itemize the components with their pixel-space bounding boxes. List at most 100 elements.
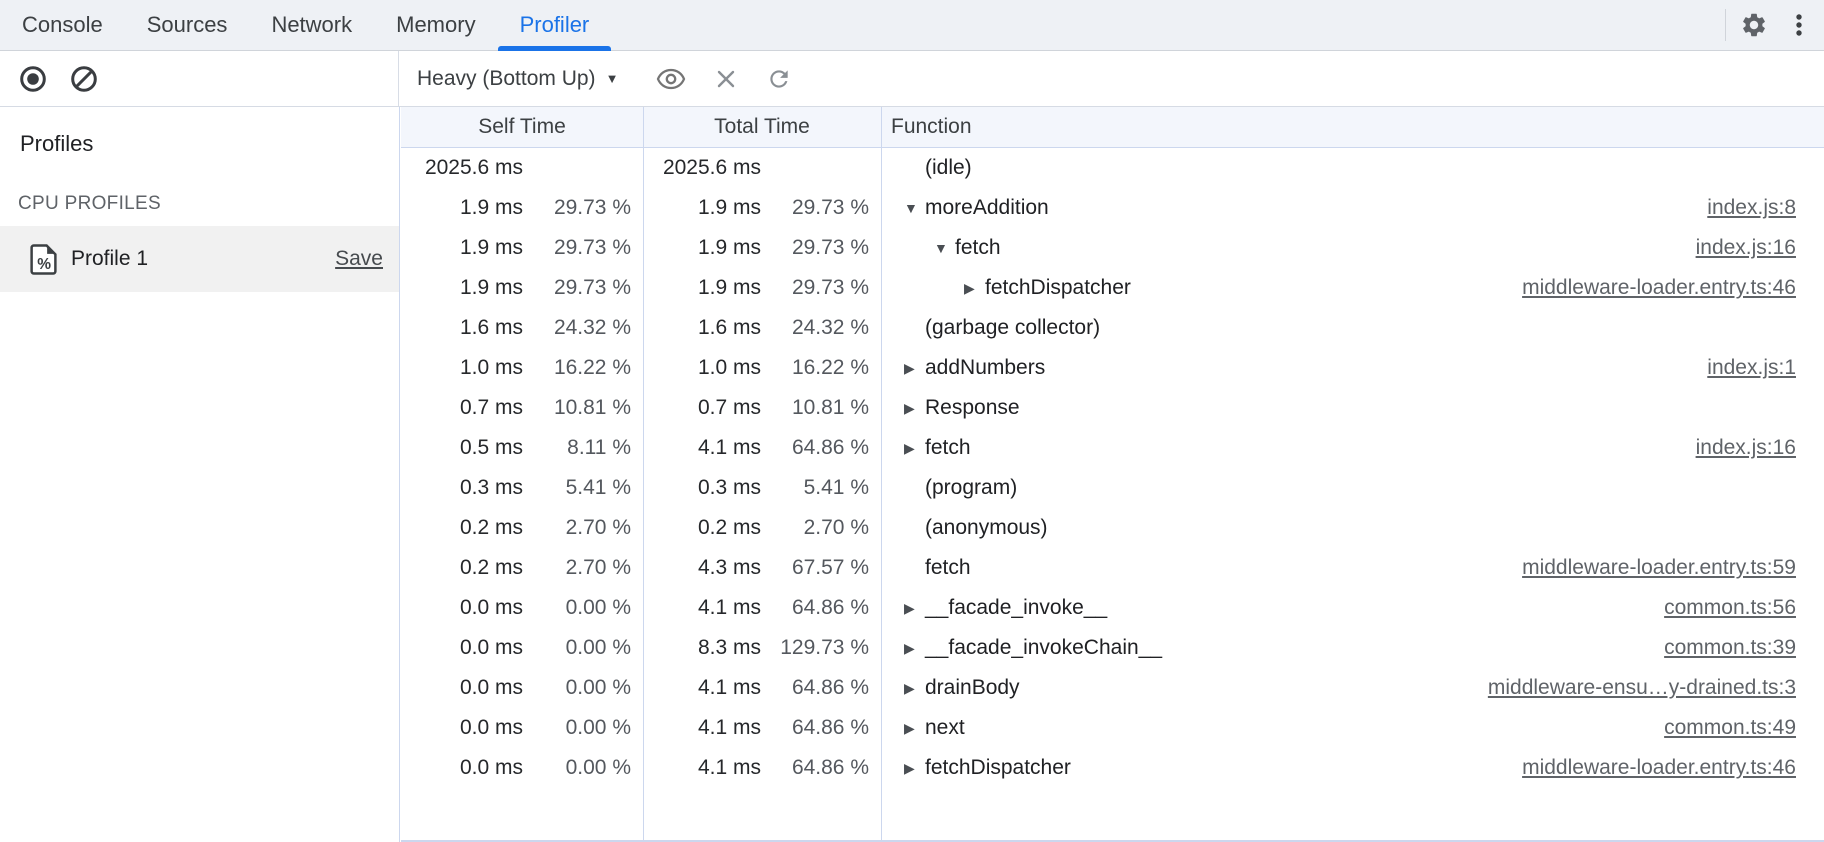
profiler-row[interactable]: 0.0 ms0.00 %4.1 ms64.86 %▶__facade_invok… [401, 588, 1824, 628]
column-divider[interactable] [881, 107, 882, 840]
self-time-cell: 0.0 ms0.00 % [401, 756, 643, 780]
profiler-row[interactable]: 0.5 ms8.11 %4.1 ms64.86 %▶fetchindex.js:… [401, 428, 1824, 468]
profiler-row[interactable]: 2025.6 ms2025.6 ms(idle) [401, 148, 1824, 188]
exclude-x-icon[interactable] [714, 67, 738, 91]
total-time-ms: 8.3 ms [643, 636, 761, 660]
total-time-percent: 64.86 % [761, 756, 869, 780]
profiler-row[interactable]: 0.3 ms5.41 %0.3 ms5.41 %(program) [401, 468, 1824, 508]
self-time-percent: 2.70 % [523, 556, 631, 580]
expand-arrow-icon[interactable]: ▶ [964, 281, 985, 295]
datagrid-body: 2025.6 ms2025.6 ms(idle)1.9 ms29.73 %1.9… [401, 148, 1824, 788]
total-time-ms: 1.9 ms [643, 276, 761, 300]
column-divider[interactable] [643, 107, 644, 840]
total-time-ms: 4.1 ms [643, 676, 761, 700]
function-cell: ▶__facade_invokeChain__common.ts:39 [881, 636, 1824, 660]
expand-arrow-icon[interactable]: ▶ [904, 721, 925, 735]
profiler-row[interactable]: 1.9 ms29.73 %1.9 ms29.73 %▶fetchDispatch… [401, 268, 1824, 308]
profiler-row[interactable]: 0.2 ms2.70 %4.3 ms67.57 %fetchmiddleware… [401, 548, 1824, 588]
source-link[interactable]: middleware-loader.entry.ts:46 [1502, 756, 1796, 780]
total-time-ms: 0.3 ms [643, 476, 761, 500]
source-link[interactable]: middleware-loader.entry.ts:46 [1502, 276, 1796, 300]
expand-arrow-icon[interactable]: ▶ [904, 641, 925, 655]
view-mode-dropdown[interactable]: Heavy (Bottom Up) ▼ [417, 67, 618, 91]
total-time-cell: 0.7 ms10.81 % [643, 396, 881, 420]
source-link[interactable]: index.js:1 [1687, 356, 1796, 380]
column-header-function[interactable]: Function [881, 107, 1824, 147]
tab-sources[interactable]: Sources [125, 0, 250, 50]
profiler-row[interactable]: 0.2 ms2.70 %0.2 ms2.70 %(anonymous) [401, 508, 1824, 548]
expand-arrow-icon[interactable]: ▶ [904, 441, 925, 455]
focus-eye-icon[interactable] [656, 68, 686, 90]
total-time-percent: 5.41 % [761, 476, 869, 500]
profiler-row[interactable]: 0.0 ms0.00 %8.3 ms129.73 % ▶__facade_invo… [401, 628, 1824, 668]
function-name: (idle) [925, 156, 972, 180]
profiler-row[interactable]: 1.6 ms24.32 %1.6 ms24.32 % (garbage colle… [401, 308, 1824, 348]
profile-name: Profile 1 [71, 247, 148, 271]
self-time-ms: 2025.6 ms [401, 156, 523, 180]
source-link[interactable]: common.ts:49 [1644, 716, 1796, 740]
record-profile-button[interactable] [18, 64, 48, 94]
self-time-ms: 1.0 ms [401, 356, 523, 380]
self-time-percent: 8.11 % [523, 436, 631, 460]
self-time-cell: 0.0 ms0.00 % [401, 636, 643, 660]
tab-console[interactable]: Console [0, 0, 125, 50]
sidebar-item-profile-1[interactable]: % Profile 1 Save [0, 226, 399, 292]
profiler-row[interactable]: 1.0 ms16.22 %1.0 ms16.22 %▶addNumbersind… [401, 348, 1824, 388]
function-cell: (garbage collector) [881, 316, 1824, 340]
devtools-tab-bar: ConsoleSourcesNetworkMemoryProfiler [0, 0, 1824, 51]
column-header-total-time[interactable]: Total Time [643, 107, 881, 147]
profiler-row[interactable]: 0.0 ms0.00 %4.1 ms64.86 %▶nextcommon.ts:… [401, 708, 1824, 748]
self-time-cell: 0.0 ms0.00 % [401, 716, 643, 740]
source-link[interactable]: middleware-ensu…y-drained.ts:3 [1468, 676, 1796, 700]
more-menu-icon[interactable] [1790, 10, 1808, 40]
save-profile-link[interactable]: Save [335, 247, 383, 271]
function-cell: (program) [881, 476, 1824, 500]
function-name: (garbage collector) [925, 316, 1100, 340]
expand-arrow-icon[interactable]: ▶ [904, 601, 925, 615]
source-link[interactable]: index.js:16 [1676, 236, 1796, 260]
total-time-ms: 4.1 ms [643, 756, 761, 780]
tab-network[interactable]: Network [249, 0, 374, 50]
self-time-ms: 0.0 ms [401, 636, 523, 660]
settings-gear-icon[interactable] [1740, 11, 1768, 39]
profiler-row[interactable]: 0.0 ms0.00 %4.1 ms64.86 %▶drainBodymiddl… [401, 668, 1824, 708]
self-time-percent: 29.73 % [523, 276, 631, 300]
self-time-ms: 0.3 ms [401, 476, 523, 500]
self-time-ms: 0.2 ms [401, 556, 523, 580]
total-time-percent: 24.32 % [761, 316, 869, 340]
profiler-row[interactable]: 0.0 ms0.00 %4.1 ms64.86 %▶fetchDispatche… [401, 748, 1824, 788]
source-link[interactable]: index.js:16 [1676, 436, 1796, 460]
total-time-percent: 29.73 % [761, 276, 869, 300]
tab-memory[interactable]: Memory [374, 0, 497, 50]
expand-arrow-icon[interactable]: ▶ [904, 401, 925, 415]
expand-arrow-icon[interactable]: ▶ [904, 761, 925, 775]
total-time-cell: 1.6 ms24.32 % [643, 316, 881, 340]
tab-profiler[interactable]: Profiler [498, 0, 612, 50]
profiler-toolbar-left [0, 51, 399, 106]
profiler-row[interactable]: 0.7 ms10.81 %0.7 ms10.81 %▶Response [401, 388, 1824, 428]
clear-profiles-button[interactable] [69, 64, 99, 94]
column-header-self-time[interactable]: Self Time [401, 107, 643, 147]
function-name: __facade_invoke__ [925, 596, 1107, 620]
collapse-arrow-icon[interactable]: ▼ [934, 241, 955, 255]
function-name: fetch [955, 236, 1001, 260]
total-time-percent: 10.81 % [761, 396, 869, 420]
expand-arrow-icon[interactable]: ▶ [904, 681, 925, 695]
self-time-ms: 0.5 ms [401, 436, 523, 460]
total-time-cell: 4.3 ms67.57 % [643, 556, 881, 580]
source-link[interactable]: middleware-loader.entry.ts:59 [1502, 556, 1796, 580]
expand-arrow-icon[interactable]: ▶ [904, 361, 925, 375]
total-time-cell: 4.1 ms64.86 % [643, 676, 881, 700]
total-time-ms: 1.6 ms [643, 316, 761, 340]
profiler-row[interactable]: 1.9 ms29.73 %1.9 ms29.73 %▼fetchindex.js… [401, 228, 1824, 268]
source-link[interactable]: index.js:8 [1687, 196, 1796, 220]
collapse-arrow-icon[interactable]: ▼ [904, 201, 925, 215]
profiler-row[interactable]: 1.9 ms29.73 %1.9 ms29.73 %▼moreAdditioni… [401, 188, 1824, 228]
source-link[interactable]: common.ts:56 [1644, 596, 1796, 620]
restore-refresh-icon[interactable] [766, 66, 792, 92]
source-link[interactable]: common.ts:39 [1644, 636, 1796, 660]
total-time-percent: 129.73 % [761, 636, 869, 660]
cpu-profiles-section-label: CPU PROFILES [18, 193, 161, 215]
self-time-ms: 0.7 ms [401, 396, 523, 420]
total-time-percent: 16.22 % [761, 356, 869, 380]
